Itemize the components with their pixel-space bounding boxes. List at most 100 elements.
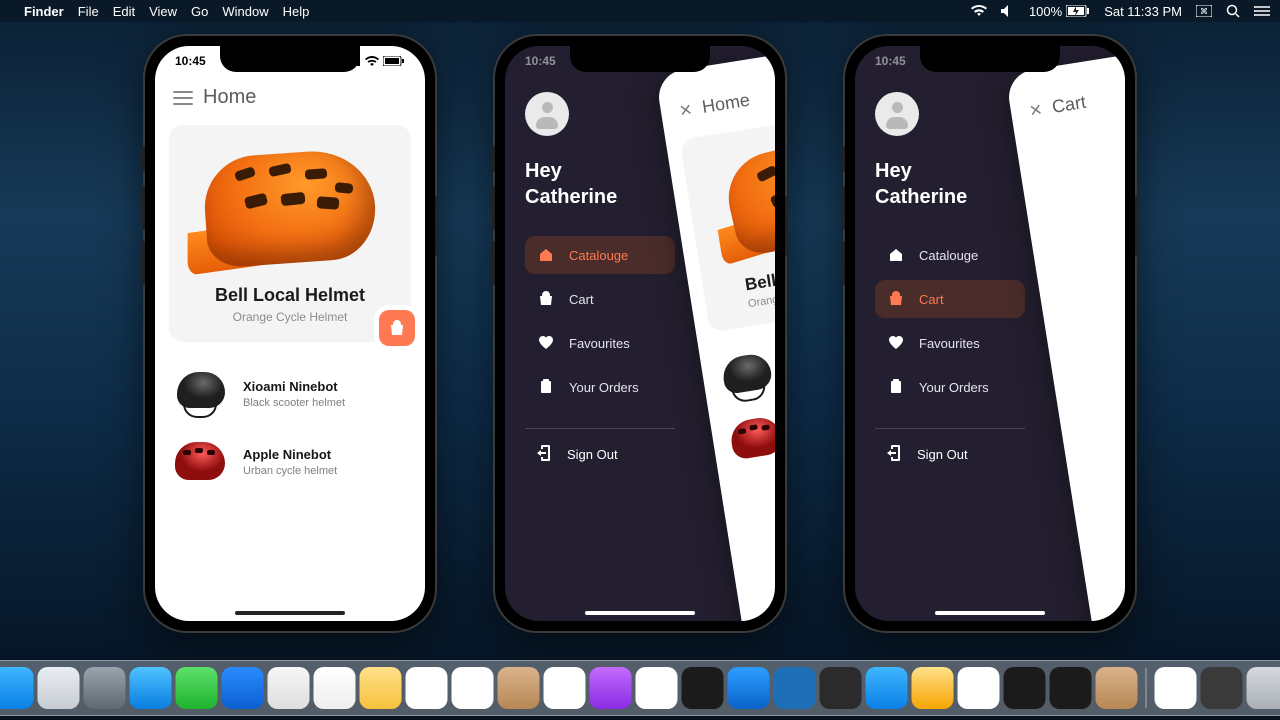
dock-app-launchpad[interactable] xyxy=(84,667,126,709)
nav-favourites[interactable]: Favourites xyxy=(875,324,1025,362)
heart-icon xyxy=(887,334,905,352)
add-to-bag-button[interactable] xyxy=(379,310,415,346)
spotlight-icon[interactable] xyxy=(1226,4,1240,18)
dock-app-podcasts[interactable] xyxy=(590,667,632,709)
featured-product-subtitle: Orange Cycle Helmet xyxy=(183,310,397,324)
menu-edit[interactable]: Edit xyxy=(113,4,135,19)
page-title: Home xyxy=(203,86,256,109)
divider xyxy=(875,428,1025,429)
dock-app-finalcut[interactable] xyxy=(820,667,862,709)
dock-app-trash[interactable] xyxy=(1247,667,1280,709)
nav-orders[interactable]: Your Orders xyxy=(525,368,675,406)
dock-app-mail[interactable] xyxy=(130,667,172,709)
bag-icon xyxy=(887,290,905,308)
menu-file[interactable]: File xyxy=(78,4,99,19)
dock-app-finder[interactable] xyxy=(0,667,34,709)
dock-app-slack[interactable] xyxy=(958,667,1000,709)
product-title: Apple Ninebot xyxy=(243,447,337,462)
dock-app-vscode[interactable] xyxy=(774,667,816,709)
list-item[interactable]: Apple Ninebot Urban cycle helmet xyxy=(171,428,409,496)
nav-favourites[interactable]: Favourites xyxy=(525,324,675,362)
page-title: Home xyxy=(701,90,752,118)
close-icon[interactable]: ✕ xyxy=(678,99,694,121)
nav-label: Catalouge xyxy=(569,248,628,263)
menubar-clock[interactable]: Sat 11:33 PM xyxy=(1104,4,1182,19)
dock-app-chrome[interactable] xyxy=(636,667,678,709)
user-avatar[interactable] xyxy=(525,92,569,136)
home-indicator[interactable] xyxy=(585,611,695,615)
control-center-icon[interactable]: ⌘ xyxy=(1196,5,1212,17)
list-item[interactable]: Xioami Ninebot Black scooter helmet xyxy=(171,360,409,428)
nav-label: Your Orders xyxy=(569,380,639,395)
nav-catalouge[interactable]: Catalouge xyxy=(875,236,1025,274)
featured-product-title: Bell Local Helmet xyxy=(183,285,397,306)
bag-icon xyxy=(537,290,555,308)
svg-text:⌘: ⌘ xyxy=(1200,7,1208,16)
iphone-simulator-3: 10:45 Hey Catherine Catalouge Cart xyxy=(845,36,1135,631)
dock-app-xcode[interactable] xyxy=(728,667,770,709)
clipboard-icon xyxy=(537,378,555,396)
dock-separator xyxy=(1146,668,1147,708)
dock-app-appletv[interactable] xyxy=(682,667,724,709)
status-bar: 10:45 xyxy=(855,54,1125,68)
siri-list-icon[interactable] xyxy=(1254,5,1270,17)
home-icon xyxy=(887,246,905,264)
status-bar: 10:45 xyxy=(505,54,775,68)
featured-product-image xyxy=(185,139,395,279)
dock-app-doc1[interactable] xyxy=(1155,667,1197,709)
signout-label: Sign Out xyxy=(567,447,618,462)
product-thumbnail xyxy=(171,436,229,488)
dock-app-messages[interactable] xyxy=(176,667,218,709)
user-avatar[interactable] xyxy=(875,92,919,136)
battery-status[interactable]: 100% xyxy=(1029,4,1090,19)
product-thumbnail xyxy=(714,348,771,401)
nav-orders[interactable]: Your Orders xyxy=(875,368,1025,406)
product-thumbnail xyxy=(171,368,229,420)
dock-app-contacts[interactable] xyxy=(498,667,540,709)
nav-cart[interactable]: Cart xyxy=(525,280,675,318)
dock-app-doc2[interactable] xyxy=(1201,667,1243,709)
product-list[interactable]: Xioami Ninebot Black scooter helmet Appl… xyxy=(155,342,425,496)
nav-label: Cart xyxy=(569,292,594,307)
dock-app-photos[interactable] xyxy=(314,667,356,709)
product-thumbnail xyxy=(724,410,775,463)
nav-cart[interactable]: Cart xyxy=(875,280,1025,318)
macos-dock[interactable] xyxy=(0,660,1280,716)
dock-app-tool2[interactable] xyxy=(1050,667,1092,709)
menubar-app-name[interactable]: Finder xyxy=(24,4,64,19)
product-title: Xioami Ninebot xyxy=(243,379,345,394)
nav-label: Catalouge xyxy=(919,248,978,263)
menu-icon[interactable] xyxy=(173,91,193,105)
home-indicator[interactable] xyxy=(935,611,1045,615)
status-bar: 10:45 xyxy=(155,54,425,68)
dock-app-music[interactable] xyxy=(544,667,586,709)
menu-window[interactable]: Window xyxy=(222,4,268,19)
product-title: Xioami N xyxy=(774,346,775,370)
dock-app-calendar[interactable] xyxy=(406,667,448,709)
nav-catalouge[interactable]: Catalouge xyxy=(525,236,675,274)
status-time: 10:45 xyxy=(875,54,906,68)
menu-view[interactable]: View xyxy=(149,4,177,19)
menu-help[interactable]: Help xyxy=(283,4,310,19)
dock-app-notes[interactable] xyxy=(360,667,402,709)
dock-app-appstore[interactable] xyxy=(866,667,908,709)
home-icon xyxy=(537,246,555,264)
volume-icon[interactable] xyxy=(1001,5,1015,17)
menu-go[interactable]: Go xyxy=(191,4,208,19)
simulator-area: 10:45 Home xyxy=(0,36,1280,631)
dock-app-maps[interactable] xyxy=(268,667,310,709)
featured-product-card[interactable]: Bell Local Helmet Orange Cycle Helmet xyxy=(169,125,411,342)
dock-app-reminders[interactable] xyxy=(452,667,494,709)
dock-app-safari[interactable] xyxy=(38,667,80,709)
dock-app-tool1[interactable] xyxy=(1004,667,1046,709)
dock-app-sketch[interactable] xyxy=(912,667,954,709)
dock-app-tool3[interactable] xyxy=(1096,667,1138,709)
featured-product-card[interactable]: Bell Loca Orange Cy xyxy=(680,104,775,333)
status-time: 10:45 xyxy=(175,54,206,68)
close-icon[interactable]: ✕ xyxy=(1028,99,1044,121)
dock-app-chat[interactable] xyxy=(222,667,264,709)
wifi-icon[interactable] xyxy=(971,5,987,17)
home-indicator[interactable] xyxy=(235,611,345,615)
signout-icon xyxy=(537,445,553,464)
page-title: Cart xyxy=(1051,92,1088,118)
